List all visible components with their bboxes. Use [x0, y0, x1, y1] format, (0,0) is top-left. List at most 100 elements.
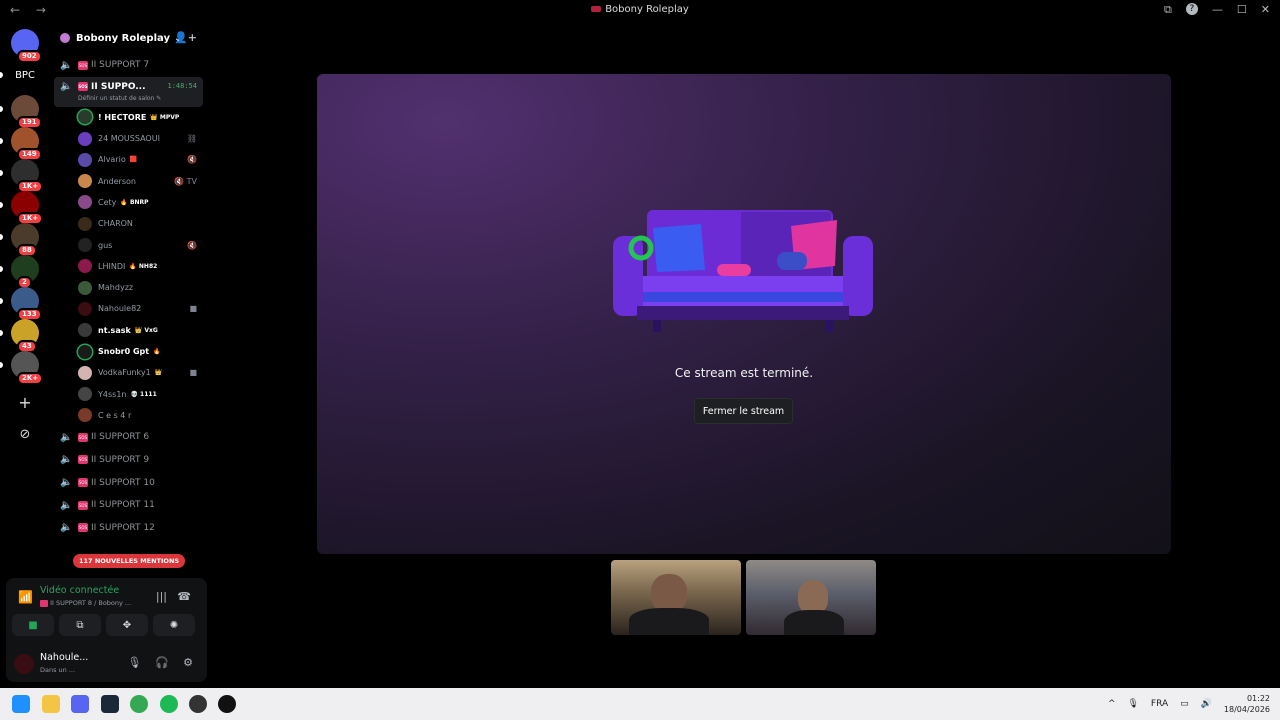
- voice-member[interactable]: Nahoule82 ■: [50, 298, 207, 319]
- mention-badge: 2K+: [17, 372, 44, 385]
- server-icon-discord-home[interactable]: 902: [11, 29, 42, 63]
- disconnect-icon[interactable]: ☎: [177, 590, 191, 603]
- channel-name: II SUPPORT 9: [91, 454, 150, 465]
- network-icon[interactable]: ▭: [1180, 699, 1189, 709]
- soundboard-button[interactable]: ✺: [153, 614, 195, 636]
- unread-indicator: [0, 266, 3, 272]
- avatar: [78, 323, 92, 338]
- clock[interactable]: 01:22 18/04/2026: [1224, 693, 1270, 715]
- new-mentions-pill[interactable]: 117 NOUVELLES MENTIONS: [73, 554, 186, 568]
- server-icon: [60, 33, 70, 43]
- voice-member[interactable]: VodkaFunky1 👑 ■: [50, 362, 207, 383]
- game-app-icon[interactable]: [189, 695, 207, 713]
- windows-taskbar: ^ 🎙 FRA ▭ 🔊 01:22 18/04/2026: [0, 688, 1280, 720]
- speaker-icon: 🔈: [60, 81, 73, 93]
- avatar: [78, 195, 92, 210]
- server-icon-guild-4[interactable]: 1K+: [11, 191, 44, 225]
- close-stream-button[interactable]: Fermer le stream: [694, 398, 793, 424]
- voice-member[interactable]: Cety 🔥 BNRP: [50, 192, 207, 213]
- chrome-app-icon[interactable]: [130, 695, 148, 713]
- explore-servers-button[interactable]: ⊘: [11, 420, 39, 448]
- voice-member[interactable]: CHARON: [50, 213, 207, 234]
- activities-button[interactable]: ✥: [106, 614, 148, 636]
- add-server-button[interactable]: +: [11, 388, 39, 416]
- server-icon-guild-6[interactable]: 2: [11, 255, 39, 289]
- avatar: [78, 387, 92, 402]
- server-icon-guild-5[interactable]: 88: [11, 223, 39, 257]
- noise-suppression-icon[interactable]: |||: [156, 590, 167, 603]
- g-hub-app-icon[interactable]: [218, 695, 236, 713]
- invite-people-icon[interactable]: 👤+: [174, 31, 197, 44]
- sos-icon: SOS: [78, 455, 88, 465]
- participant-video-tile[interactable]: [611, 560, 741, 635]
- speaker-icon: 🔈: [60, 59, 73, 71]
- screen-share-button[interactable]: ⧉: [59, 614, 101, 636]
- close-window-button[interactable]: ✕: [1261, 3, 1270, 17]
- server-icon-guild-7[interactable]: 133: [11, 287, 42, 321]
- avatar[interactable]: [14, 654, 34, 674]
- avatar: [78, 238, 92, 253]
- windows-start-icon[interactable]: [12, 695, 30, 713]
- set-channel-status[interactable]: Définir un statut de salon ✎: [78, 95, 161, 102]
- participant-body: [629, 608, 709, 635]
- volume-icon[interactable]: 🔊: [1201, 699, 1212, 709]
- member-tag: 🔥 BNRP: [120, 198, 149, 206]
- voice-member[interactable]: Alvario 🟥 🔇: [50, 149, 207, 170]
- member-name: VodkaFunky1: [98, 368, 151, 378]
- voice-member[interactable]: 24 MOUSSAOUI ⛓: [50, 128, 207, 149]
- unread-indicator: [0, 138, 3, 144]
- active-voice-channel[interactable]: 🔈 SOS II SUPPO... 1:48:54 Définir un statut …: [54, 76, 203, 107]
- voice-member[interactable]: LHINDI 🔥 NH82: [50, 256, 207, 277]
- avatar: [78, 408, 92, 423]
- voice-member[interactable]: Anderson 🔇 TV: [50, 170, 207, 191]
- settings-gear-icon[interactable]: ⚙: [183, 656, 193, 669]
- voice-channel[interactable]: 🔈 SOS II SUPPORT 9: [50, 449, 207, 472]
- file-explorer-icon[interactable]: [42, 695, 60, 713]
- microphone-icon[interactable]: 🎙: [127, 656, 141, 669]
- voice-channel[interactable]: 🔈 SOS II SUPPORT 10: [50, 471, 207, 494]
- sos-icon: SOS: [78, 82, 88, 92]
- language-indicator[interactable]: FRA: [1151, 699, 1168, 709]
- headset-icon[interactable]: 🎧: [155, 656, 169, 669]
- maximize-button[interactable]: ☐: [1237, 3, 1247, 17]
- voice-member[interactable]: Y4ss1n 💀 1111: [50, 383, 207, 404]
- member-name: Y4ss1n: [98, 389, 127, 399]
- server-icon-guild-1[interactable]: 191: [11, 95, 42, 129]
- username[interactable]: Nahoule...: [40, 652, 88, 663]
- signal-icon[interactable]: 📶: [18, 590, 33, 604]
- participant-head: [798, 580, 828, 614]
- voice-channel[interactable]: 🔈 SOS II SUPPORT 7: [50, 54, 207, 77]
- voice-member[interactable]: Snobr0 Gpt 🔥: [50, 341, 207, 362]
- voice-member[interactable]: gus 🔇: [50, 234, 207, 255]
- voice-status[interactable]: Vidéo connectée: [40, 585, 119, 596]
- member-name: Mahdyzz: [98, 283, 134, 293]
- participant-video-tile[interactable]: [746, 560, 876, 635]
- speaker-icon: 🔈: [60, 431, 73, 443]
- member-tag: 🔥: [153, 348, 161, 355]
- voice-location[interactable]: II SUPPORT 8 / Bobony ...: [40, 599, 131, 607]
- voice-member[interactable]: nt.sask 👑 VxG: [50, 320, 207, 341]
- mic-tray-icon[interactable]: 🎙: [1127, 699, 1138, 709]
- voice-channel[interactable]: 🔈 SOS II SUPPORT 11: [50, 494, 207, 517]
- channel-name: II SUPPORT 7: [91, 60, 150, 71]
- server-icon-guild-2[interactable]: 149: [11, 127, 42, 161]
- tray-chevron-icon[interactable]: ^: [1108, 699, 1116, 709]
- server-icon-bpc[interactable]: BPC: [11, 61, 39, 89]
- steam-app-icon[interactable]: [101, 695, 119, 713]
- server-icon-guild-3[interactable]: 1K+: [11, 159, 44, 193]
- server-icon-guild-9[interactable]: 2K+: [11, 351, 44, 385]
- server-header[interactable]: Bobony Roleplay ⌄ 👤+: [50, 22, 207, 54]
- server-icon-guild-8[interactable]: 43: [11, 319, 39, 353]
- discord-app-icon[interactable]: [71, 695, 89, 713]
- voice-member[interactable]: Mahdyzz: [50, 277, 207, 298]
- voice-channel[interactable]: 🔈 SOS II SUPPORT 6: [50, 426, 207, 449]
- voice-channel[interactable]: 🔈 SOS II SUPPORT 12: [50, 516, 207, 539]
- camera-button[interactable]: ■: [12, 614, 54, 636]
- speaker-icon: 🔈: [60, 477, 73, 489]
- minimize-button[interactable]: —: [1212, 3, 1223, 17]
- voice-member[interactable]: ! HECTORE 👑 MPVP: [50, 107, 207, 128]
- help-icon[interactable]: ?: [1185, 3, 1198, 15]
- voice-member[interactable]: C e s 4 r: [50, 405, 207, 426]
- spotify-app-icon[interactable]: [160, 695, 178, 713]
- inbox-icon[interactable]: ⧉: [1164, 3, 1172, 17]
